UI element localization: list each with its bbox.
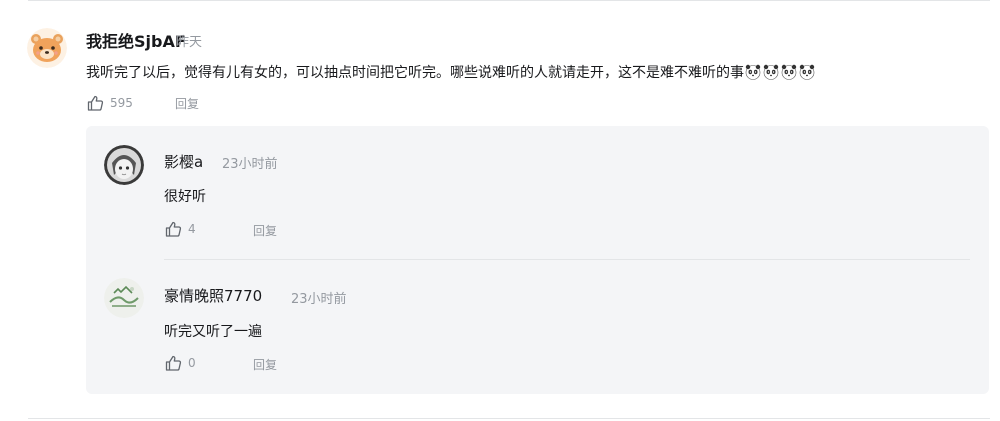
comment-content: 我听完了以后，觉得有儿有女的，可以抽点时间把它听完。哪些说难听的人就请走开，这不…	[86, 62, 815, 82]
like-count: 595	[110, 96, 133, 110]
panda-icon	[763, 64, 779, 80]
reply-divider	[164, 259, 970, 260]
comment-time: 昨天	[176, 35, 203, 50]
reply-button[interactable]: 回复	[253, 356, 277, 373]
reply-username[interactable]: 豪情晚照7770	[164, 285, 262, 306]
reply-time: 23小时前	[222, 157, 278, 172]
like-button[interactable]: 4	[164, 220, 196, 238]
anime-girl-avatar-icon	[104, 145, 144, 185]
reply-time: 23小时前	[291, 292, 347, 307]
reply-username[interactable]: 影樱a	[164, 151, 203, 172]
reply-button[interactable]: 回复	[253, 222, 277, 239]
comment-like-row: 595	[86, 94, 133, 112]
thumbs-up-icon	[165, 221, 182, 237]
reply-avatar[interactable]	[104, 278, 144, 318]
comment-text: 我听完了以后，觉得有儿有女的，可以抽点时间把它听完。哪些说难听的人就请走开，这不…	[86, 65, 744, 81]
comment-username[interactable]: 我拒绝SjbAF	[86, 28, 186, 52]
like-count: 4	[188, 222, 196, 236]
like-count: 0	[188, 356, 196, 370]
reply-like-row: 0	[164, 354, 196, 372]
panda-icon	[745, 64, 761, 80]
bottom-divider	[28, 418, 990, 419]
reply-content: 听完又听了一遍	[164, 324, 262, 340]
emoji-row	[745, 64, 815, 80]
panda-icon	[799, 64, 815, 80]
reply-avatar[interactable]	[104, 145, 144, 185]
like-button[interactable]: 0	[164, 354, 196, 372]
thumbs-up-icon	[87, 95, 104, 111]
reply-like-row: 4	[164, 220, 196, 238]
thumbs-up-icon	[165, 355, 182, 371]
avatar[interactable]	[27, 28, 67, 68]
reply-button[interactable]: 回复	[175, 95, 199, 112]
bear-avatar-icon	[27, 28, 67, 68]
like-button[interactable]: 595	[86, 94, 133, 112]
top-divider	[28, 0, 990, 1]
reply-content: 很好听	[164, 189, 206, 205]
landscape-avatar-icon	[104, 278, 144, 318]
panda-icon	[781, 64, 797, 80]
